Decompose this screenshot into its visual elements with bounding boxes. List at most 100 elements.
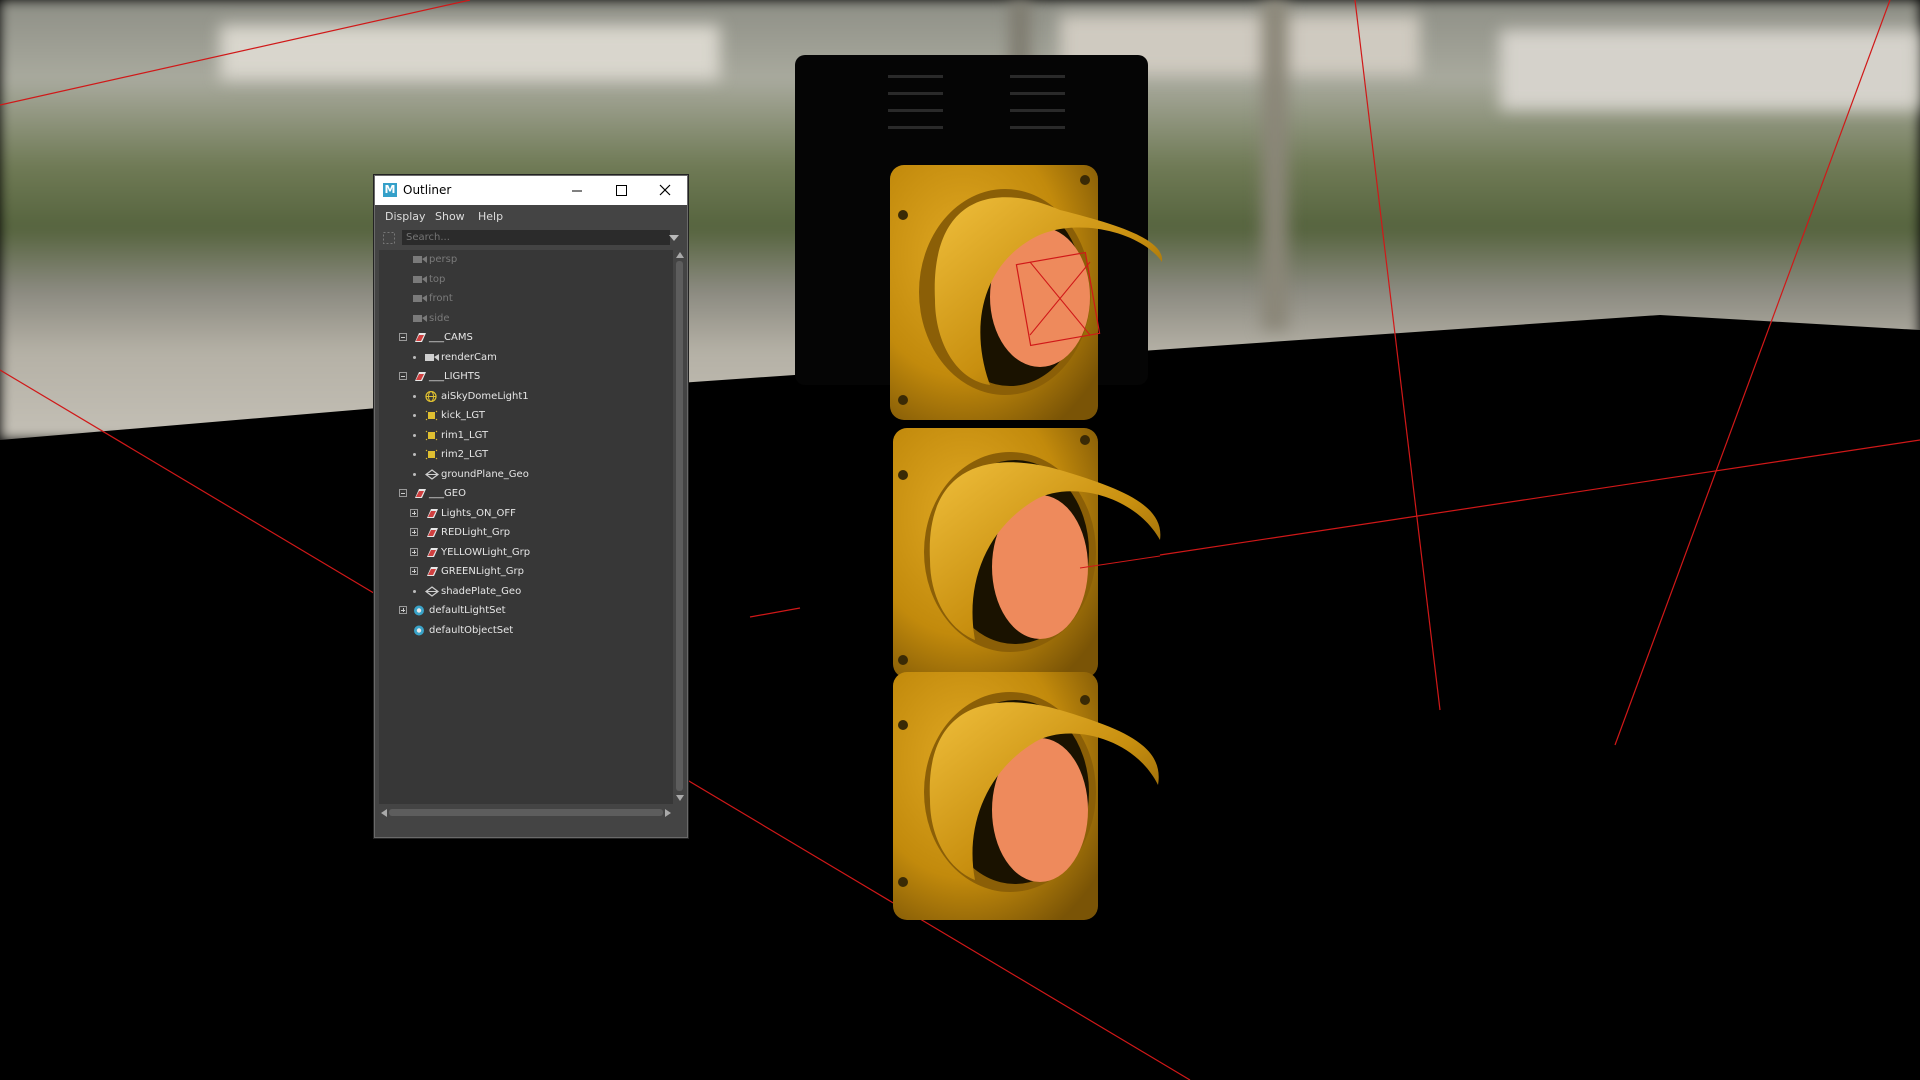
vertical-scrollbar[interactable] [674, 250, 685, 804]
tree-item-geo-group[interactable]: ___GEO [379, 484, 669, 503]
outliner-tree[interactable]: persp top front side ___CAMS renderCam _… [379, 250, 673, 804]
tree-item-defaultobjectset[interactable]: defaultObjectSet [379, 621, 669, 640]
tree-item-rendercam[interactable]: renderCam [379, 348, 669, 367]
menu-bar: Display Show Help [375, 205, 687, 227]
minimize-button[interactable] [555, 176, 599, 205]
tree-item-label: ___LIGHTS [429, 371, 481, 382]
tree-item-label: kick_LGT [441, 410, 485, 421]
tree-item-groundplane[interactable]: groundPlane_Geo [379, 465, 669, 484]
camera-icon [413, 314, 427, 322]
maya-icon: M [383, 183, 397, 197]
scroll-right-icon[interactable] [664, 809, 672, 817]
group-icon [415, 489, 426, 498]
group-icon [427, 567, 438, 576]
group-icon [427, 528, 438, 537]
area-light-icon [425, 430, 438, 440]
group-icon [427, 508, 438, 518]
expand-toggle[interactable] [410, 528, 418, 536]
tree-item-front[interactable]: front [379, 289, 669, 308]
tree-item-label: aiSkyDomeLight1 [441, 390, 529, 402]
tree-item-label: ___GEO [429, 488, 466, 499]
expand-toggle[interactable] [410, 567, 418, 575]
camera-icon [413, 256, 427, 263]
tree-item-label: ___CAMS [429, 332, 473, 343]
viewport-3d[interactable] [0, 0, 1920, 1080]
camera-icon [425, 353, 439, 361]
close-icon [659, 184, 671, 196]
tree-item-skydome[interactable]: aiSkyDomeLight1 [379, 387, 669, 406]
area-light-icon [425, 449, 438, 460]
camera-icon [413, 295, 427, 302]
select-icon[interactable] [382, 231, 396, 245]
tree-item-lights-on-off[interactable]: Lights_ON_OFF [379, 504, 669, 523]
maximize-icon [616, 185, 627, 196]
scroll-up-icon[interactable] [676, 251, 684, 259]
tree-item-label: rim1_LGT [441, 429, 489, 441]
menu-help[interactable]: Help [478, 210, 503, 223]
tree-item-yellowlight-grp[interactable]: YELLOWLight_Grp [379, 543, 669, 562]
expand-toggle[interactable] [410, 547, 418, 556]
tree-connector [413, 453, 416, 456]
tree-connector [413, 355, 416, 359]
scroll-down-icon[interactable] [676, 794, 684, 802]
scene-render [0, 0, 1920, 1080]
maximize-button[interactable] [599, 176, 643, 205]
tree-item-label: persp [429, 254, 458, 265]
tree-item-label: front [429, 293, 453, 304]
tree-connector [413, 414, 416, 417]
tree-item-rim1-lgt[interactable]: rim1_LGT [379, 426, 669, 445]
collapse-toggle[interactable] [399, 489, 407, 497]
expand-toggle[interactable] [410, 508, 418, 517]
tree-connector [413, 472, 416, 476]
tree-item-label: shadePlate_Geo [441, 585, 522, 597]
mesh-icon [425, 468, 439, 480]
tree-item-label: Lights_ON_OFF [441, 507, 516, 519]
search-dropdown-icon[interactable] [668, 233, 680, 243]
menu-show[interactable]: Show [435, 210, 465, 223]
group-icon [415, 333, 426, 342]
tree-item-top[interactable]: top [379, 270, 669, 289]
tree-item-label: top [429, 273, 446, 285]
scroll-thumb[interactable] [389, 809, 663, 816]
tree-item-greenlight-grp[interactable]: GREENLight_Grp [379, 562, 669, 581]
minimize-icon [572, 190, 582, 192]
tree-item-redlight-grp[interactable]: REDLight_Grp [379, 523, 669, 542]
tree-item-cams-group[interactable]: ___CAMS [379, 328, 669, 347]
tree-item-shadeplate[interactable]: shadePlate_Geo [379, 582, 669, 601]
skydome-light-icon [425, 390, 437, 402]
tree-connector [413, 589, 416, 593]
camera-icon [413, 275, 427, 283]
tree-item-label: REDLight_Grp [441, 527, 511, 538]
tree-item-label: side [429, 312, 450, 324]
tree-item-label: defaultObjectSet [429, 624, 514, 636]
group-icon [427, 547, 438, 557]
group-icon [415, 372, 426, 381]
expand-toggle[interactable] [399, 606, 407, 614]
tree-item-defaultlightset[interactable]: defaultLightSet [379, 601, 669, 620]
search-row [375, 227, 687, 249]
menu-display[interactable]: Display [385, 210, 426, 223]
tree-item-rim2-lgt[interactable]: rim2_LGT [379, 445, 669, 464]
tree-item-kick-lgt[interactable]: kick_LGT [379, 406, 669, 425]
set-icon [414, 625, 424, 635]
tree-item-label: YELLOWLight_Grp [441, 546, 531, 558]
tree-item-label: rim2_LGT [441, 449, 489, 460]
horizontal-scrollbar[interactable] [379, 806, 673, 820]
collapse-toggle[interactable] [399, 372, 407, 380]
tree-item-label: renderCam [441, 351, 497, 363]
scroll-thumb[interactable] [676, 261, 683, 791]
search-input[interactable] [402, 230, 670, 245]
collapse-toggle[interactable] [399, 333, 407, 341]
tree-item-side[interactable]: side [379, 309, 669, 328]
scroll-left-icon[interactable] [380, 809, 388, 817]
tree-item-label: GREENLight_Grp [441, 566, 524, 577]
outliner-window[interactable]: M Outliner Display Show Help persp [374, 175, 688, 838]
tree-item-lights-group[interactable]: ___LIGHTS [379, 367, 669, 386]
close-button[interactable] [643, 176, 687, 205]
set-icon [414, 605, 424, 616]
tree-connector [413, 394, 416, 398]
tree-item-persp[interactable]: persp [379, 250, 669, 269]
tree-item-label: groundPlane_Geo [441, 468, 529, 480]
mesh-icon [425, 585, 439, 597]
title-bar[interactable]: M Outliner [375, 176, 687, 205]
